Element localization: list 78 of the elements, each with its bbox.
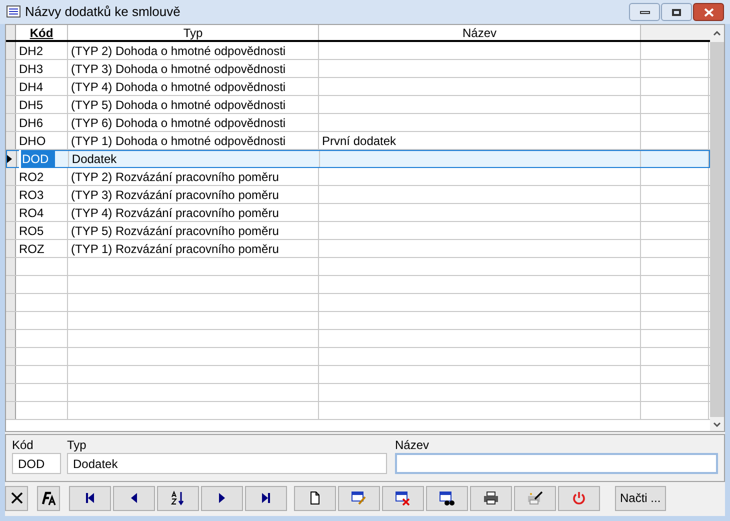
table-cell-text: RO2 xyxy=(18,168,45,186)
table-row[interactable]: RO4 (TYP 4) Rozvázání pracovního poměru xyxy=(6,204,710,222)
edit-record-icon xyxy=(351,490,367,506)
table-cell-text: DH5 xyxy=(18,96,44,114)
table-cell-text: DH2 xyxy=(18,42,44,60)
table-row[interactable]: DH6 (TYP 6) Dohoda o hmotné odpovědnosti xyxy=(6,114,710,132)
window-title: Názvy dodatků ke smlouvě xyxy=(25,3,180,22)
table-row[interactable]: ROZ (TYP 1) Rozvázání pracovního poměru xyxy=(6,240,710,258)
window-icon xyxy=(6,5,22,19)
table-cell-text: (TYP 4) Rozvázání pracovního poměru xyxy=(70,204,280,222)
column-header[interactable]: Typ xyxy=(68,25,319,40)
table-cell-text: (TYP 4) Dohoda o hmotné odpovědnosti xyxy=(70,78,287,96)
load-button[interactable]: Načti ... xyxy=(615,486,666,510)
table-cell-text: ROZ xyxy=(18,240,46,258)
text-field[interactable] xyxy=(395,453,718,474)
printer-icon xyxy=(483,490,499,506)
table-cell-text: (TYP 2) Dohoda o hmotné odpovědnosti xyxy=(70,42,287,60)
toolbar-button[interactable] xyxy=(113,486,155,510)
toolbar-button[interactable] xyxy=(294,486,336,510)
table-row[interactable]: DH2 (TYP 2) Dohoda o hmotné odpovědnosti xyxy=(6,42,710,60)
table-cell-text: (TYP 5) Dohoda o hmotné odpovědnosti xyxy=(70,96,287,114)
scroll-up-icon xyxy=(713,31,721,36)
toolbar-button[interactable] xyxy=(245,486,287,510)
sort-icon xyxy=(170,490,186,506)
field-label: Kód xyxy=(12,437,34,453)
text-field[interactable]: Dodatek xyxy=(67,453,387,474)
table-cell-text: DH4 xyxy=(18,78,44,96)
font-icon xyxy=(40,490,56,506)
scrollbar[interactable] xyxy=(710,25,724,431)
field-label: Název xyxy=(395,437,430,453)
toolbar-button[interactable] xyxy=(69,486,111,510)
delete-record-icon xyxy=(395,490,411,506)
power-icon xyxy=(571,490,587,506)
table-row[interactable]: DH4 (TYP 4) Dohoda o hmotné odpovědnosti xyxy=(6,78,710,96)
toolbar-button[interactable] xyxy=(382,486,424,510)
toolbar-button[interactable] xyxy=(426,486,468,510)
table-cell-text: (TYP 3) Dohoda o hmotné odpovědnosti xyxy=(70,60,287,78)
table-row[interactable]: DH3 (TYP 3) Dohoda o hmotné odpovědnosti xyxy=(6,60,710,78)
table-cell-text: DH6 xyxy=(18,114,44,132)
text-field[interactable]: DOD xyxy=(12,453,61,474)
column-header[interactable]: Kód xyxy=(16,25,68,40)
maximize-button[interactable] xyxy=(661,3,692,21)
table-cell-text: (TYP 3) Rozvázání pracovního poměru xyxy=(70,186,280,204)
row-pointer-icon xyxy=(7,155,12,163)
table-cell-text: (TYP 6) Dohoda o hmotné odpovědnosti xyxy=(70,114,287,132)
row-header[interactable] xyxy=(7,151,17,167)
table-row[interactable]: DOD Dodatek xyxy=(6,150,710,168)
toolbar-button[interactable] xyxy=(5,486,28,510)
table-cell-text: Dodatek xyxy=(70,151,118,168)
table-cell-text: (TYP 5) Rozvázání pracovního poměru xyxy=(70,222,280,240)
header-filler xyxy=(641,25,710,40)
close-button[interactable] xyxy=(693,3,724,21)
toolbar-button[interactable] xyxy=(338,486,380,510)
table-cell-text: RO4 xyxy=(18,204,45,222)
table-cell-text: DH3 xyxy=(18,60,44,78)
toolbar-button[interactable] xyxy=(470,486,512,510)
minimize-button[interactable] xyxy=(629,3,660,21)
scroll-down-icon xyxy=(713,422,721,426)
table-cell-text: (TYP 2) Rozvázání pracovního poměru xyxy=(70,168,280,186)
table-cell-text: DHO xyxy=(18,132,47,150)
field-label: Typ xyxy=(67,437,88,453)
table-cell-text: RO3 xyxy=(18,186,45,204)
table-cell-text: (TYP 1) Rozvázání pracovního poměru xyxy=(70,240,280,258)
toolbar-button[interactable] xyxy=(201,486,243,510)
table-row[interactable]: DH5 (TYP 5) Dohoda o hmotné odpovědnosti xyxy=(6,96,710,114)
binoculars-icon xyxy=(439,490,455,506)
printer-pen-icon xyxy=(527,490,543,506)
table-row[interactable]: RO3 (TYP 3) Rozvázání pracovního poměru xyxy=(6,186,710,204)
toolbar-button[interactable] xyxy=(157,486,199,510)
table-row[interactable]: RO2 (TYP 2) Rozvázání pracovního poměru xyxy=(6,168,710,186)
table-cell-text: První dodatek xyxy=(321,132,398,150)
close-icon xyxy=(704,8,714,16)
table-cell-text: RO5 xyxy=(18,222,45,240)
close-icon xyxy=(8,490,24,506)
table-cell-text: (TYP 1) Dohoda o hmotné odpovědnosti xyxy=(70,132,287,150)
table-cell: DOD xyxy=(18,150,55,168)
toolbar-button[interactable] xyxy=(37,486,60,510)
table-row[interactable]: RO5 (TYP 5) Rozvázání pracovního poměru xyxy=(6,222,710,240)
